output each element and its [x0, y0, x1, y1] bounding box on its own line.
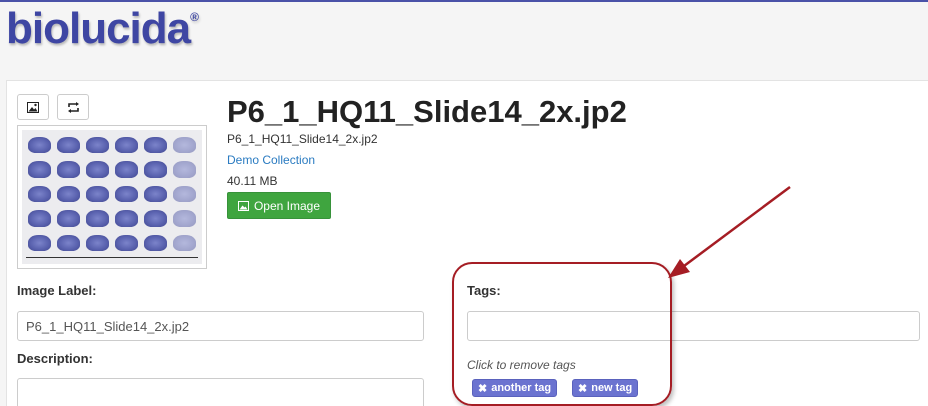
collection-link[interactable]: Demo Collection: [227, 153, 315, 167]
remove-tag-icon: ✖: [478, 382, 488, 395]
tissue-section: [28, 137, 51, 154]
remove-tag-icon: ✖: [578, 382, 588, 395]
tissue-section: [86, 234, 109, 251]
tags-textarea[interactable]: [467, 311, 920, 341]
open-image-label: Open Image: [253, 198, 321, 213]
tissue-section: [144, 234, 167, 251]
tissue-section: [86, 137, 109, 154]
open-image-button[interactable]: Open Image: [227, 192, 331, 219]
tissue-section: [86, 161, 109, 178]
tissue-section: [57, 185, 80, 203]
image-icon: [237, 200, 249, 211]
tissue-section: [28, 234, 51, 251]
tissue-section: [28, 161, 51, 178]
tissue-section: [115, 234, 138, 251]
image-title: P6_1_HQ11_Slide14_2x.jp2: [227, 94, 627, 129]
rotate-icon: [67, 101, 79, 113]
rotate-button[interactable]: [57, 94, 89, 120]
description-heading: Description:: [17, 351, 93, 366]
image-label-input[interactable]: [17, 311, 424, 341]
description-textarea[interactable]: [17, 378, 424, 406]
tissue-section: [115, 161, 138, 178]
image-icon: [27, 101, 39, 113]
logo-text: biolucida: [6, 4, 191, 53]
tissue-section: [173, 234, 196, 251]
tissue-section: [115, 137, 138, 154]
biolucida-logo[interactable]: biolucida®: [6, 4, 199, 54]
tag-label: new tag: [591, 382, 633, 394]
tissue-section: [144, 210, 167, 227]
tissue-section: [57, 161, 80, 178]
tissue-section: [144, 137, 167, 154]
tags-heading: Tags:: [467, 283, 501, 298]
tag-chip[interactable]: ✖ new tag: [572, 379, 639, 397]
image-thumbnail[interactable]: [17, 125, 207, 269]
tissue-section: [86, 185, 109, 203]
image-view-button[interactable]: [17, 94, 49, 120]
image-filename: P6_1_HQ11_Slide14_2x.jp2: [227, 132, 378, 146]
top-border: [0, 0, 928, 2]
tissue-section: [144, 161, 167, 178]
tissue-section: [57, 210, 80, 227]
tissue-section: [173, 210, 196, 227]
tissue-section: [173, 137, 196, 154]
slide-edge-line: [26, 257, 198, 258]
tissue-section: [28, 185, 51, 203]
tissue-section: [115, 210, 138, 227]
tissue-section: [144, 185, 167, 203]
logo-registered-mark: ®: [190, 10, 199, 24]
tag-chip[interactable]: ✖ another tag: [472, 379, 558, 397]
tissue-section: [57, 234, 80, 251]
tissue-section: [173, 161, 196, 178]
file-size: 40.11 MB: [227, 174, 278, 188]
tag-label: another tag: [491, 382, 552, 394]
tissue-section: [57, 137, 80, 154]
tissue-section: [86, 210, 109, 227]
slide-preview: [22, 130, 202, 264]
image-label-heading: Image Label:: [17, 283, 97, 298]
tissue-section: [28, 210, 51, 227]
tissue-section: [173, 185, 196, 203]
tags-hint: Click to remove tags: [467, 358, 576, 372]
tissue-section: [115, 185, 138, 203]
